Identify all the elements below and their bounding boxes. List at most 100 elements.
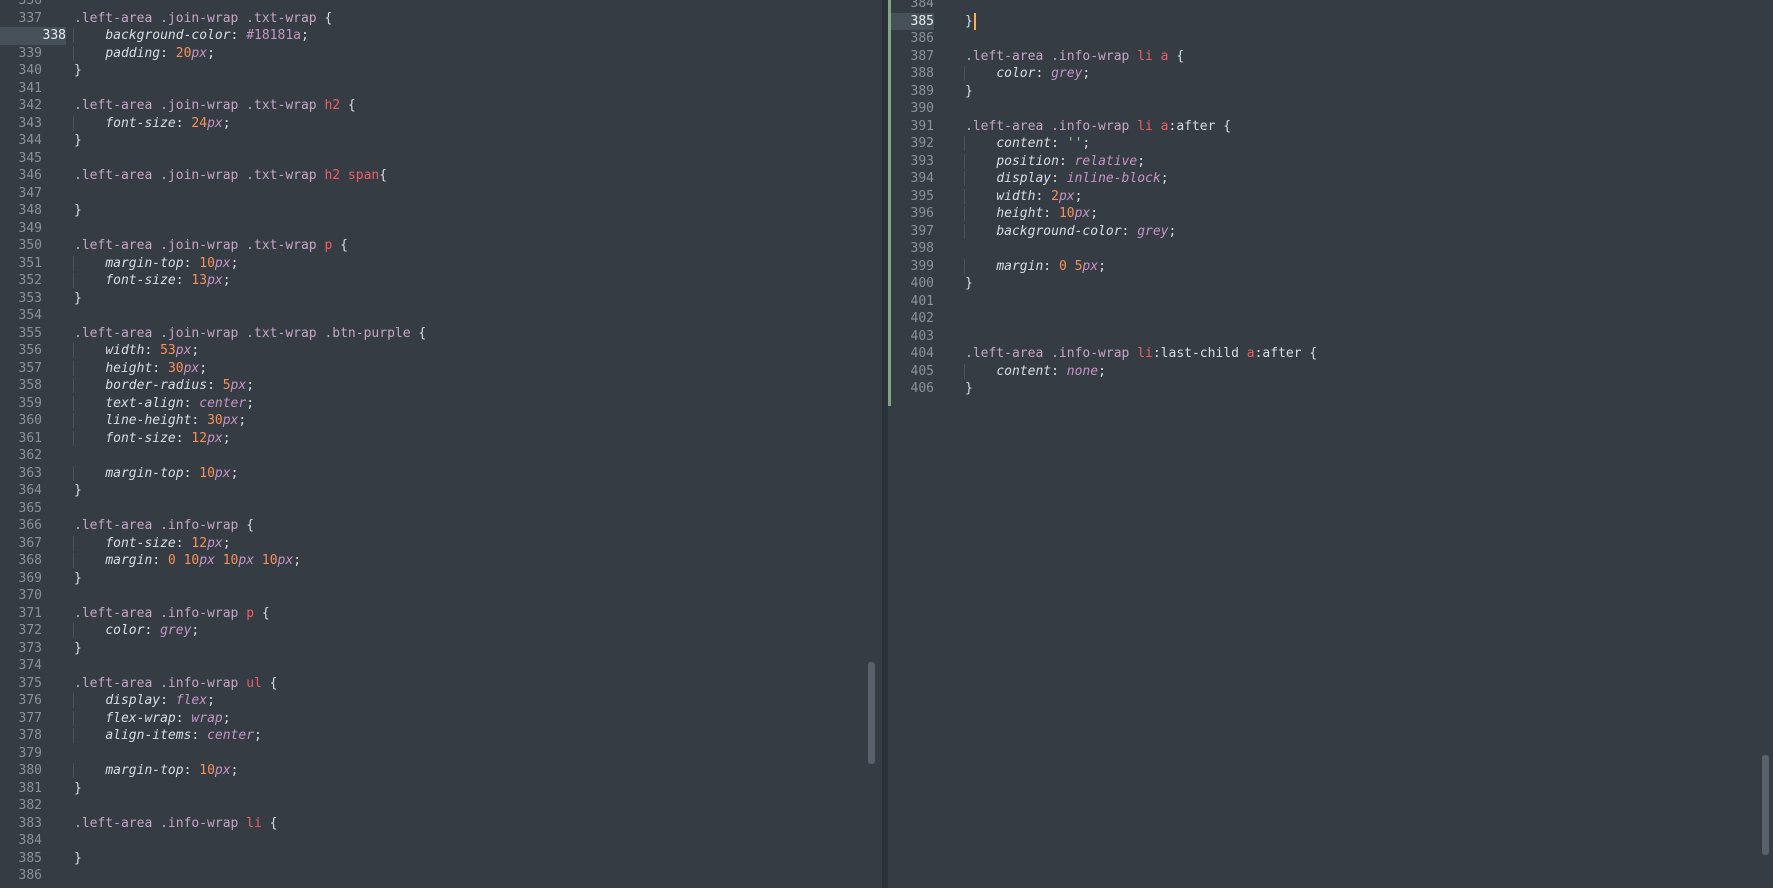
code-line[interactable]: 354 [0,307,882,325]
code-line[interactable]: 358 border-radius: 5px; [0,377,882,395]
code-line[interactable]: 371 .left-area .info-wrap p { [0,605,882,623]
line-content[interactable]: .left-area .info-wrap p { [74,605,270,623]
code-line[interactable]: 364} [0,482,882,500]
line-content[interactable]: .left-area .join-wrap .txt-wrap .btn-pur… [74,325,426,343]
code-line[interactable]: 404 .left-area .info-wrap li:last-child a… [888,345,1773,363]
code-line[interactable]: 359 text-align: center; [0,395,882,413]
left-scrollbar-thumb[interactable] [868,662,875,764]
right-scrollbar-thumb[interactable] [1762,755,1769,855]
line-content[interactable]: margin-top: 10px; [73,465,238,483]
code-line[interactable]: 405 content: none; [888,363,1773,381]
line-content[interactable]: content: none; [964,363,1106,381]
line-content[interactable]: .left-area .info-wrap li:last-child a:af… [965,345,1317,363]
left-code-area[interactable]: 336 337 .left-area .join-wrap .txt-wrap {3… [0,0,882,885]
code-line[interactable]: 384 [888,0,1773,13]
code-line[interactable]: 351 margin-top: 10px; [0,255,882,273]
code-line[interactable]: 394 display: inline-block; [888,170,1773,188]
line-content[interactable]: width: 2px; [964,188,1082,206]
line-content[interactable]: font-size: 12px; [73,430,231,448]
code-line[interactable]: 402 [888,310,1773,328]
code-line[interactable]: 338 background-color: #18181a; [0,27,882,45]
code-line[interactable]: 348} [0,202,882,220]
line-content[interactable]: padding: 20px; [73,45,215,63]
line-content[interactable]: } [74,482,82,500]
code-line[interactable]: 383 .left-area .info-wrap li { [0,815,882,833]
code-line[interactable]: 340} [0,62,882,80]
code-line[interactable]: 401 [888,293,1773,311]
code-line[interactable]: 368 margin: 0 10px 10px 10px; [0,552,882,570]
code-line[interactable]: 376 display: flex; [0,692,882,710]
line-content[interactable]: } [965,12,976,31]
line-content[interactable]: .left-area .join-wrap .txt-wrap { [74,10,332,28]
code-line[interactable]: 343 font-size: 24px; [0,115,882,133]
code-line[interactable]: 375 .left-area .info-wrap ul { [0,675,882,693]
code-line[interactable]: 352 font-size: 13px; [0,272,882,290]
line-content[interactable]: font-size: 13px; [73,272,231,290]
line-content[interactable]: margin-top: 10px; [73,255,238,273]
code-line[interactable]: 361 font-size: 12px; [0,430,882,448]
line-content[interactable]: .left-area .join-wrap .txt-wrap p { [74,237,348,255]
line-content[interactable]: } [74,850,82,868]
code-line[interactable]: 380 margin-top: 10px; [0,762,882,780]
line-content[interactable]: border-radius: 5px; [73,377,254,395]
line-content[interactable]: margin: 0 5px; [964,258,1106,276]
code-line[interactable]: 391 .left-area .info-wrap li a:after { [888,118,1773,136]
line-content[interactable]: } [74,290,82,308]
code-line[interactable]: 393 position: relative; [888,153,1773,171]
code-line[interactable]: 363 margin-top: 10px; [0,465,882,483]
code-line[interactable]: 362 [0,447,882,465]
line-content[interactable]: .left-area .info-wrap li a { [965,48,1184,66]
code-line[interactable]: 386 [0,867,882,885]
line-content[interactable]: .left-area .info-wrap ul { [74,675,278,693]
code-line[interactable]: 395 width: 2px; [888,188,1773,206]
line-content[interactable]: flex-wrap: wrap; [73,710,231,728]
code-line[interactable]: 382 [0,797,882,815]
code-line[interactable]: 377 flex-wrap: wrap; [0,710,882,728]
right-editor-pane[interactable]: 384 385} 386 387 .left-area .info-wrap li a … [888,0,1773,888]
code-line[interactable]: 398 [888,240,1773,258]
code-line[interactable]: 384 [0,832,882,850]
line-content[interactable]: height: 10px; [964,205,1098,223]
code-line[interactable]: 388 color: grey; [888,65,1773,83]
code-line[interactable]: 381} [0,780,882,798]
code-line[interactable]: 374 [0,657,882,675]
line-content[interactable]: margin-top: 10px; [73,762,238,780]
right-scrollbar[interactable] [1760,0,1770,888]
left-editor-pane[interactable]: 336 337 .left-area .join-wrap .txt-wrap {3… [0,0,882,888]
right-code-area[interactable]: 384 385} 386 387 .left-area .info-wrap li a … [888,0,1773,398]
code-line[interactable]: 341 [0,80,882,98]
line-content[interactable]: display: flex; [73,692,215,710]
code-line[interactable]: 350 .left-area .join-wrap .txt-wrap p { [0,237,882,255]
line-content[interactable]: color: grey; [73,622,199,640]
code-line[interactable]: 339 padding: 20px; [0,45,882,63]
line-content[interactable]: } [965,380,973,398]
code-line[interactable]: 389} [888,83,1773,101]
code-line[interactable]: 406} [888,380,1773,398]
line-content[interactable]: line-height: 30px; [73,412,246,430]
code-line[interactable]: 399 margin: 0 5px; [888,258,1773,276]
code-line[interactable]: 353} [0,290,882,308]
line-content[interactable]: .left-area .join-wrap .txt-wrap h2 { [74,97,356,115]
line-content[interactable]: .left-area .join-wrap .txt-wrap h2 span{ [74,167,387,185]
line-content[interactable]: background-color: grey; [964,223,1176,241]
code-line[interactable]: 360 line-height: 30px; [0,412,882,430]
line-content[interactable]: font-size: 12px; [73,535,231,553]
line-content[interactable]: font-size: 24px; [73,115,231,133]
line-content[interactable]: display: inline-block; [964,170,1169,188]
code-line[interactable]: 369} [0,570,882,588]
code-line[interactable]: 347 [0,185,882,203]
code-line[interactable]: 387 .left-area .info-wrap li a { [888,48,1773,66]
code-line[interactable]: 390 [888,100,1773,118]
code-line[interactable]: 367 font-size: 12px; [0,535,882,553]
code-line[interactable]: 386 [888,30,1773,48]
code-line[interactable]: 366 .left-area .info-wrap { [0,517,882,535]
line-content[interactable]: content: ''; [964,135,1090,153]
line-content[interactable]: margin: 0 10px 10px 10px; [73,552,301,570]
code-line[interactable]: 378 align-items: center; [0,727,882,745]
line-content[interactable]: .left-area .info-wrap { [74,517,254,535]
line-content[interactable]: } [74,202,82,220]
code-line[interactable]: 336 [0,0,882,10]
code-line[interactable]: 344} [0,132,882,150]
code-line[interactable]: 385} [0,850,882,868]
line-content[interactable]: background-color: #18181a; [73,27,309,45]
